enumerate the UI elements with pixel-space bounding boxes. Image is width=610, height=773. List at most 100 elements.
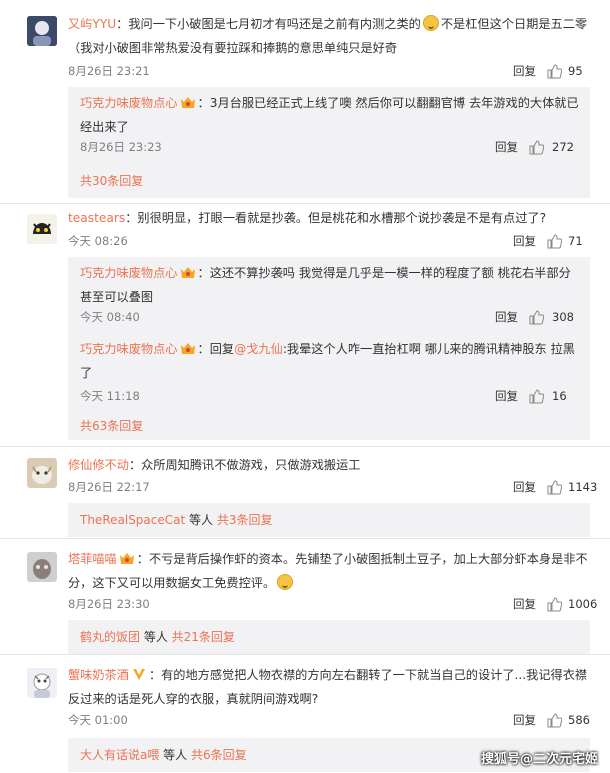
vip-badge-icon (180, 343, 195, 354)
comment-content: 别很明显，打眼一看就是抄袭。但是桃花和水槽那个说抄袭是不是有点过了? (137, 211, 547, 225)
comment-meta: 8月26日 23:30 回复 1006 (68, 594, 597, 614)
username-link[interactable]: 又屿YYU (68, 17, 116, 31)
sub-replies: 巧克力味废物点心 ：3月台服已经正式上线了噢 然后你可以翻翻官博 去年游戏的大体就… (68, 87, 590, 198)
sub-reply-meta: 今天 08:40 回复 308 (80, 307, 580, 327)
verified-v-icon (132, 669, 145, 680)
reply-button[interactable]: 回复 (513, 710, 536, 730)
timestamp: 今天 08:40 (80, 310, 140, 324)
username-link[interactable]: teastears (68, 211, 125, 225)
sub-reply-text: 巧克力味废物点心 ：这还不算抄袭吗 我觉得是几乎是一模一样的程度了额 桃花右半部分… (80, 261, 580, 309)
sub-reply-text: 巧克力味废物点心 ：回复@戈九仙:我晕这个人咋一直抬杠啊 哪儿来的腾讯精神股东 拉… (80, 337, 580, 385)
divider (0, 446, 610, 447)
laugh-emoji-icon (422, 15, 439, 31)
more-replies-link[interactable]: 共30条回复 (80, 171, 143, 191)
username-link[interactable]: TheRealSpaceCat (80, 513, 185, 527)
reply-button[interactable]: 回复 (513, 61, 536, 81)
timestamp: 8月26日 23:23 (80, 140, 162, 154)
username-link[interactable]: 蟹味奶茶酒 (68, 668, 129, 682)
sub-reply-meta: 今天 11:18 回复 16 (80, 386, 580, 406)
thumbs-up-icon (529, 310, 544, 325)
username-link[interactable]: 巧克力味废物点心 (80, 96, 178, 110)
avatar[interactable] (27, 214, 57, 244)
username-link[interactable]: 鹤丸的饭团 (80, 630, 140, 644)
separator: ： (128, 458, 142, 472)
username-link[interactable]: 巧克力味废物点心 (80, 266, 178, 280)
thumbs-up-icon (547, 480, 562, 495)
username-link[interactable]: 大人有话说a喂 (80, 748, 159, 762)
sub-reply-meta: 8月26日 23:23 回复 272 (80, 137, 580, 157)
username-link[interactable]: 塔菲喵喵 (68, 552, 117, 566)
comment-text: teastears：别很明显，打眼一看就是抄袭。但是桃花和水槽那个说抄袭是不是有… (68, 206, 588, 230)
vip-badge-icon (180, 97, 195, 108)
more-replies-plain: 等人 (185, 513, 217, 527)
timestamp: 8月26日 23:21 (68, 64, 150, 78)
reply-button[interactable]: 回复 (513, 594, 536, 614)
mention-link[interactable]: @戈九仙 (234, 342, 283, 356)
separator: ： (197, 96, 210, 110)
divider (0, 538, 610, 539)
thumbs-up-icon (547, 713, 562, 728)
reply-prefix: 回复 (209, 342, 235, 356)
separator: ： (136, 552, 149, 566)
divider (0, 654, 610, 655)
more-replies-link[interactable]: 共63条回复 (80, 416, 143, 436)
avatar[interactable] (27, 552, 57, 582)
timestamp: 8月26日 22:17 (68, 480, 150, 494)
timestamp: 今天 11:18 (80, 389, 140, 403)
comment-content: 众所周知腾讯不做游戏，只做游戏搬运工 (141, 458, 361, 472)
comment-meta: 8月26日 23:21 回复 95 (68, 61, 590, 81)
username-link[interactable]: 修仙修不动 (68, 458, 129, 472)
sub-replies: TheRealSpaceCat 等人 共3条回复 (68, 503, 590, 537)
sub-replies: 鹤丸的饭团 等人 共21条回复 (68, 620, 590, 654)
like-count: 1143 (568, 480, 598, 494)
separator: ： (197, 342, 210, 356)
more-replies-link[interactable]: 共6条回复 (191, 748, 247, 762)
separator: ： (148, 668, 162, 682)
comment-content: 我问一下小破图是七月初才有吗还是之前有内测之类的 (128, 17, 421, 31)
timestamp: 8月26日 23:30 (68, 597, 150, 611)
more-replies-plain: 等人 (140, 630, 172, 644)
reply-button[interactable]: 回复 (495, 137, 518, 157)
avatar[interactable] (27, 16, 57, 46)
like-count: 308 (552, 310, 574, 324)
vip-badge-icon (119, 553, 134, 564)
like-count: 1006 (568, 597, 598, 611)
username-link[interactable]: 巧克力味废物点心 (80, 342, 178, 356)
comment-meta: 8月26日 22:17 回复 1143 (68, 477, 597, 497)
separator: ： (197, 266, 210, 280)
sub-reply-text: 巧克力味废物点心 ：3月台服已经正式上线了噢 然后你可以翻翻官博 去年游戏的大体就… (80, 91, 580, 139)
reply-button[interactable]: 回复 (495, 307, 518, 327)
comment-meta: 今天 08:26 回复 71 (68, 231, 590, 251)
more-replies-row: 大人有话说a喂 等人 共6条回复 (80, 745, 247, 765)
like-count: 586 (568, 713, 590, 727)
thumbs-up-icon (529, 140, 544, 155)
like-count: 272 (552, 140, 574, 154)
shy-emoji-icon (277, 574, 294, 590)
thumbs-up-icon (547, 64, 562, 79)
like-count: 71 (568, 234, 583, 248)
comment-text: 塔菲喵喵 ：不亏是背后操作虾的资本。先铺垫了小破图抵制土豆子，加上大部分虾本身是非… (68, 547, 588, 595)
separator: ： (125, 211, 138, 225)
comment-meta: 今天 01:00 回复 586 (68, 710, 590, 730)
reply-button[interactable]: 回复 (495, 386, 518, 406)
like-count: 95 (568, 64, 583, 78)
like-count: 16 (552, 389, 567, 403)
more-replies-row: TheRealSpaceCat 等人 共3条回复 (80, 510, 272, 530)
avatar[interactable] (27, 458, 57, 488)
thumbs-up-icon (547, 234, 562, 249)
thumbs-up-icon (547, 597, 562, 612)
avatar[interactable] (27, 668, 57, 698)
watermark: 搜狐号@二次元宅姬 (480, 752, 598, 767)
divider (0, 203, 610, 204)
more-replies-link[interactable]: 共3条回复 (217, 513, 273, 527)
comment-text: 修仙修不动：众所周知腾讯不做游戏，只做游戏搬运工 (68, 453, 588, 477)
more-replies-plain: 等人 (159, 748, 191, 762)
reply-button[interactable]: 回复 (513, 477, 536, 497)
separator: ： (116, 17, 129, 31)
more-replies-row: 鹤丸的饭团 等人 共21条回复 (80, 627, 235, 647)
comment-text: 又屿YYU：我问一下小破图是七月初才有吗还是之前有内测之类的 不是杠但这个日期是五… (68, 12, 588, 60)
timestamp: 今天 08:26 (68, 234, 128, 248)
more-replies-link[interactable]: 共21条回复 (172, 630, 235, 644)
reply-button[interactable]: 回复 (513, 231, 536, 251)
timestamp: 今天 01:00 (68, 713, 128, 727)
